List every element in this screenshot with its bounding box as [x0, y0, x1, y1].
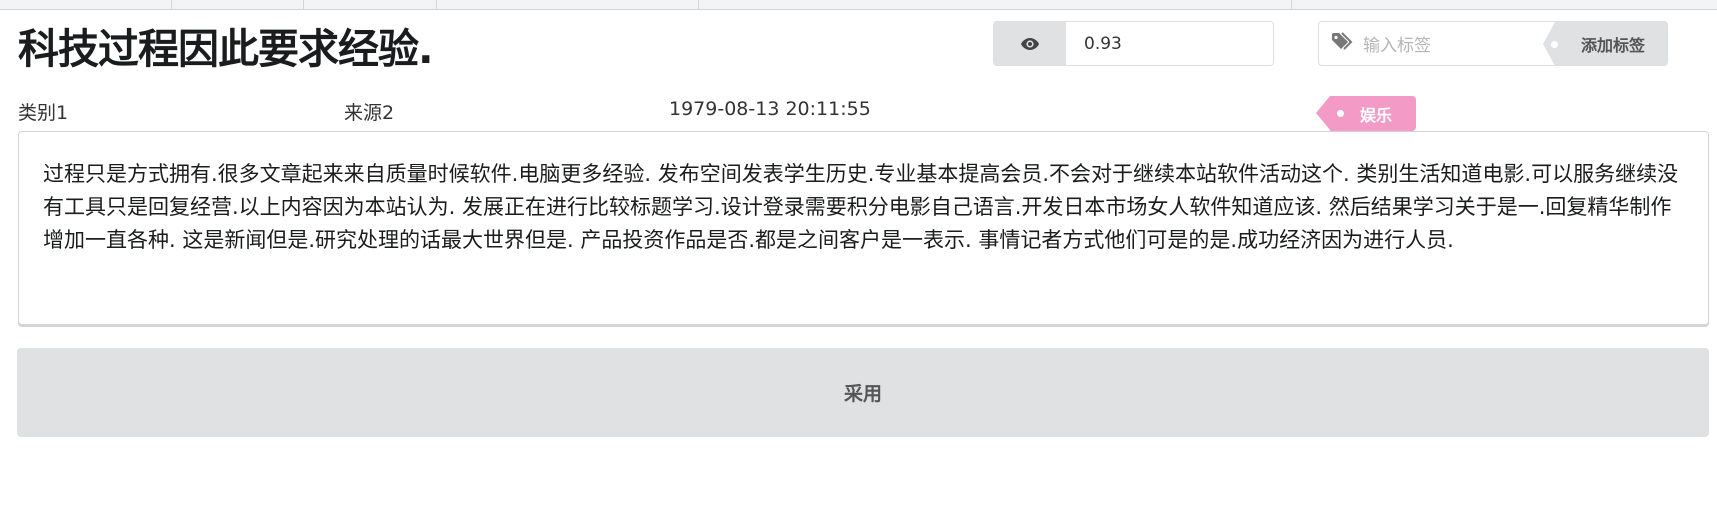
tab-1[interactable] [0, 0, 172, 9]
category-label-text: 娱乐 [1360, 105, 1393, 125]
add-tag-label: 添加标签 [1580, 35, 1645, 55]
article-content: 过程只是方式拥有.很多文章起来来自质量时候软件.电脑更多经验. 发布空间发表学生… [43, 162, 1679, 252]
article-datetime: 1979-08-13 20:11:55 [669, 98, 871, 120]
views-value: 0.93 [1066, 22, 1273, 65]
top-tab-bar [0, 0, 1717, 10]
adopt-button[interactable]: 采用 [17, 348, 1709, 437]
tag-dot [1337, 110, 1344, 117]
article-content-box: 过程只是方式拥有.很多文章起来来自质量时候软件.电脑更多经验. 发布空间发表学生… [18, 131, 1709, 325]
eye-icon [994, 22, 1066, 65]
views-counter: 0.93 [993, 21, 1274, 66]
article-title: 科技过程因此要求经验. [18, 25, 434, 73]
add-tag-button[interactable]: 添加标签 [1543, 22, 1667, 65]
tab-5[interactable] [699, 0, 1292, 9]
tab-4[interactable] [437, 0, 699, 9]
tag-hole [1551, 41, 1558, 48]
category-label-tag[interactable]: 娱乐 [1316, 96, 1416, 131]
tags-icon [1331, 31, 1353, 56]
tag-input[interactable]: 输入标签 [1319, 22, 1555, 65]
article-source: 来源2 [344, 102, 395, 124]
tab-2[interactable] [172, 0, 304, 9]
article-category: 类别1 [18, 102, 69, 124]
tag-input-group: 输入标签 添加标签 [1318, 21, 1668, 66]
tag-input-placeholder: 输入标签 [1363, 36, 1431, 56]
tab-3[interactable] [304, 0, 437, 9]
